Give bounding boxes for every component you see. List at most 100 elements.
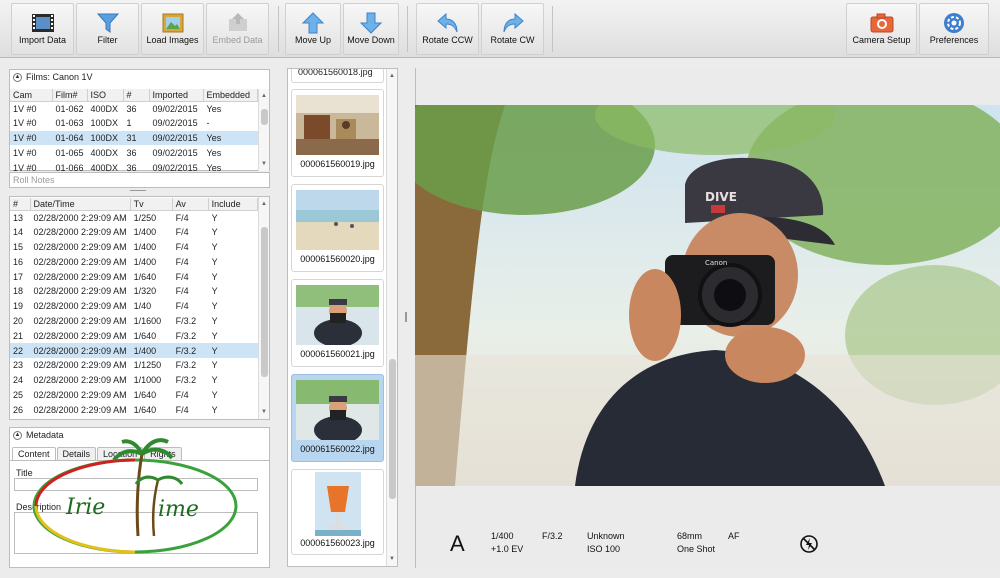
films-col-imported[interactable]: Imported (149, 89, 204, 102)
move-up-button[interactable]: Move Up (285, 3, 341, 55)
frames-table-row[interactable]: 21 02/28/2000 2:29:09 AM 1/640 F/3.2 Y (10, 328, 258, 343)
frames-table-row[interactable]: 26 02/28/2000 2:29:09 AM 1/640 F/4 Y (10, 402, 258, 417)
frames-col-datetime[interactable]: Date/Time (30, 198, 131, 211)
shutter-group: 1/400 +1.0 EV (491, 530, 523, 556)
move-down-button[interactable]: Move Down (343, 3, 399, 55)
frames-cell: Y (211, 330, 218, 341)
load-images-button[interactable]: Load Images (141, 3, 204, 55)
films-table-row[interactable]: 1V #0 01-064 100DX 31 09/02/2015 Yes (10, 130, 258, 146)
embed-data-label: Embed Data (212, 35, 263, 45)
films-col-count[interactable]: # (123, 89, 150, 102)
thumbnail-item[interactable]: 000061560023.jpg (291, 469, 384, 555)
films-scrollbar[interactable]: ▲ ▼ (258, 89, 269, 171)
frames-col-tv[interactable]: Tv (130, 198, 173, 211)
frames-table-row[interactable]: 23 02/28/2000 2:29:09 AM 1/1250 F/3.2 Y (10, 358, 258, 373)
frames-table-row[interactable]: 15 02/28/2000 2:29:09 AM 1/400 F/4 Y (10, 240, 258, 255)
films-cell: 100DX (90, 118, 119, 129)
frames-cell: F/3.2 (172, 343, 209, 358)
scroll-up-icon[interactable]: ▲ (259, 199, 269, 209)
frames-cell: 17 (13, 271, 24, 282)
frames-scroll-thumb[interactable] (261, 227, 268, 377)
scroll-down-icon[interactable]: ▼ (259, 159, 269, 169)
import-data-label: Import Data (18, 35, 67, 45)
films-cell: 1V #0 (13, 147, 37, 158)
arrow-down-icon (359, 12, 383, 34)
frames-table-row[interactable]: 20 02/28/2000 2:29:09 AM 1/1600 F/3.2 Y (10, 314, 258, 329)
thumbnail-name: 000061560019.jpg (300, 159, 375, 169)
load-images-label: Load Images (146, 35, 199, 45)
films-cell: 09/02/2015 (149, 130, 204, 146)
collapse-icon[interactable]: ▲ (13, 72, 22, 82)
frames-cell: F/3.2 (175, 330, 197, 341)
frames-cell: 19 (13, 301, 24, 312)
roll-notes-field[interactable]: Roll Notes (9, 172, 270, 188)
thumbnail-partial[interactable] (291, 69, 384, 83)
scroll-down-icon[interactable]: ▼ (387, 554, 397, 564)
frames-cell: Y (211, 241, 218, 252)
frames-cell: Y (211, 227, 218, 238)
frames-cell: 02/28/2000 2:29:09 AM (33, 271, 127, 282)
frames-table-row[interactable]: 17 02/28/2000 2:29:09 AM 1/640 F/4 Y (10, 269, 258, 284)
frames-table-row[interactable]: 19 02/28/2000 2:29:09 AM 1/40 F/4 Y (10, 299, 258, 314)
scroll-down-icon[interactable]: ▼ (259, 407, 269, 417)
frames-table-row[interactable]: 18 02/28/2000 2:29:09 AM 1/320 F/4 Y (10, 284, 258, 299)
frames-table-row[interactable]: 13 02/28/2000 2:29:09 AM 1/250 F/4 Y (10, 210, 258, 225)
frames-cell: 1/1000 (133, 375, 162, 386)
frames-cell: Y (211, 271, 218, 282)
thumbnail-item[interactable]: 000061560021.jpg (291, 279, 384, 367)
frames-cell: 02/28/2000 2:29:09 AM (33, 330, 127, 341)
scroll-up-icon[interactable]: ▲ (387, 71, 397, 81)
frames-col-av[interactable]: Av (172, 198, 209, 211)
camera-setup-button[interactable]: Camera Setup (846, 3, 917, 55)
move-up-label: Move Up (294, 35, 331, 45)
films-cell: 1 (126, 118, 132, 129)
frames-cell: 1/250 (133, 212, 157, 223)
metering-group: Unknown ISO 100 (587, 530, 625, 556)
frames-table-row[interactable]: 22 02/28/2000 2:29:09 AM 1/400 F/3.2 Y (10, 343, 258, 358)
films-col-iso[interactable]: ISO (87, 89, 124, 102)
embed-data-button[interactable]: Embed Data (206, 3, 269, 55)
films-scroll-thumb[interactable] (261, 109, 268, 125)
scroll-up-icon[interactable]: ▲ (259, 91, 269, 101)
splitter-handle[interactable] (130, 190, 146, 191)
frames-cell: 02/28/2000 2:29:09 AM (33, 212, 127, 223)
frames-table-row[interactable]: 14 02/28/2000 2:29:09 AM 1/400 F/4 Y (10, 225, 258, 240)
frames-cell: 1/400 (130, 343, 173, 358)
frames-table-row[interactable]: 16 02/28/2000 2:29:09 AM 1/400 F/4 Y (10, 254, 258, 269)
thumbnail-item[interactable]: 000061560019.jpg (291, 89, 384, 177)
films-cell: 400DX (90, 103, 119, 114)
filmstrip-scrollbar[interactable]: ▲ ▼ (386, 69, 397, 566)
frames-cell: 1/640 (133, 389, 157, 400)
frames-cell: 26 (13, 404, 24, 415)
thumbnail-item[interactable]: 000061560020.jpg (291, 184, 384, 272)
films-table-row[interactable]: 1V #0 01-062 400DX 36 09/02/2015 Yes (10, 101, 258, 116)
frames-col-include[interactable]: Include (208, 198, 259, 211)
frames-cell: 1/400 (133, 227, 157, 238)
import-data-button[interactable]: Import Data (11, 3, 74, 55)
frames-cell: F/4 (175, 227, 189, 238)
frames-scrollbar[interactable]: ▲ ▼ (258, 197, 269, 419)
filmstrip-scroll-thumb[interactable] (389, 359, 396, 499)
rotate-cw-button[interactable]: Rotate CW (481, 3, 544, 55)
films-table-row[interactable]: 1V #0 01-063 100DX 1 09/02/2015- (10, 116, 258, 131)
films-col-embedded[interactable]: Embedded (203, 89, 259, 102)
films-table-row[interactable]: 1V #0 01-065 400DX 36 09/02/2015 Yes (10, 145, 258, 160)
films-col-cam[interactable]: Cam (10, 89, 53, 102)
films-cell: - (206, 118, 210, 129)
frames-table-row[interactable]: 25 02/28/2000 2:29:09 AM 1/640 F/4 Y (10, 388, 258, 403)
rotate-ccw-button[interactable]: Rotate CCW (416, 3, 479, 55)
frames-cell: 02/28/2000 2:29:09 AM (33, 360, 127, 371)
frames-cell: F/4 (175, 241, 189, 252)
pane-splitter-handle[interactable] (405, 312, 407, 322)
collapse-icon[interactable]: ▲ (13, 430, 22, 440)
films-col-film[interactable]: Film# (52, 89, 88, 102)
thumbnail-name: 000061560020.jpg (300, 254, 375, 264)
exposure-mode: A (450, 531, 465, 556)
filter-button[interactable]: Filter (76, 3, 139, 55)
thumbnail-item[interactable]: 000061560022.jpg (291, 374, 384, 462)
frames-col-num[interactable]: # (10, 198, 31, 211)
frames-cell: F/4 (175, 256, 189, 267)
frames-table-row[interactable]: 24 02/28/2000 2:29:09 AM 1/1000 F/3.2 Y (10, 373, 258, 388)
films-cell: 400DX (90, 147, 119, 158)
preferences-button[interactable]: Preferences (919, 3, 989, 55)
